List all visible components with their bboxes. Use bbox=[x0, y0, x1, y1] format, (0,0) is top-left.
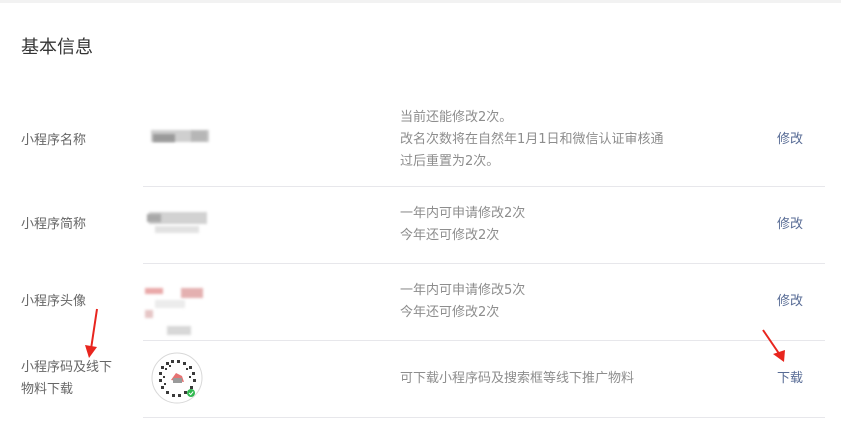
red-annotation-arrow-icon bbox=[762, 329, 785, 362]
row-description: 当前还能修改2次。 改名次数将在自然年1月1日和微信认证审核通 过后重置为2次。 bbox=[400, 107, 710, 173]
description-line: 过后重置为2次。 bbox=[400, 154, 500, 169]
description-line: 今年还可修改2次 bbox=[400, 305, 500, 320]
description-line: 当前还能修改2次。 bbox=[400, 110, 513, 125]
download-code-link[interactable]: 下载 bbox=[777, 368, 803, 390]
row-label: 小程序头像 bbox=[21, 294, 87, 309]
divider bbox=[143, 340, 825, 341]
edit-avatar-link[interactable]: 修改 bbox=[777, 291, 803, 313]
row-label-line: 物料下载 bbox=[21, 382, 74, 397]
description-line: 可下载小程序码及搜索框等线下推广物料 bbox=[400, 371, 635, 386]
description-line: 改名次数将在自然年1月1日和微信认证审核通 bbox=[400, 132, 664, 147]
row-label: 小程序名称 bbox=[21, 133, 87, 148]
divider bbox=[143, 186, 825, 187]
row-label: 小程序简称 bbox=[21, 217, 87, 232]
row-description: 一年内可申请修改5次 今年还可修改2次 bbox=[400, 280, 710, 324]
description-line: 一年内可申请修改2次 bbox=[400, 206, 526, 221]
row-description: 可下载小程序码及搜索框等线下推广物料 bbox=[400, 368, 710, 390]
basic-info-page: 基本信息 小程序名称 当前还能修改2次。 改名次数将在自然年1月1日和微信认证审… bbox=[0, 0, 841, 422]
row-label: 小程序码及线下 物料下载 bbox=[21, 357, 131, 401]
edit-name-link[interactable]: 修改 bbox=[777, 129, 803, 151]
description-line: 今年还可修改2次 bbox=[400, 228, 500, 243]
description-line: 一年内可申请修改5次 bbox=[400, 283, 526, 298]
mini-program-code-icon bbox=[151, 352, 203, 408]
row-description: 一年内可申请修改2次 今年还可修改2次 bbox=[400, 203, 710, 247]
divider bbox=[143, 263, 825, 264]
page-title: 基本信息 bbox=[21, 37, 93, 58]
divider bbox=[143, 417, 825, 418]
edit-short-name-link[interactable]: 修改 bbox=[777, 214, 803, 236]
top-edge bbox=[0, 0, 841, 3]
red-annotation-arrow-icon bbox=[85, 308, 98, 358]
row-label-line: 小程序码及线下 bbox=[21, 360, 113, 375]
